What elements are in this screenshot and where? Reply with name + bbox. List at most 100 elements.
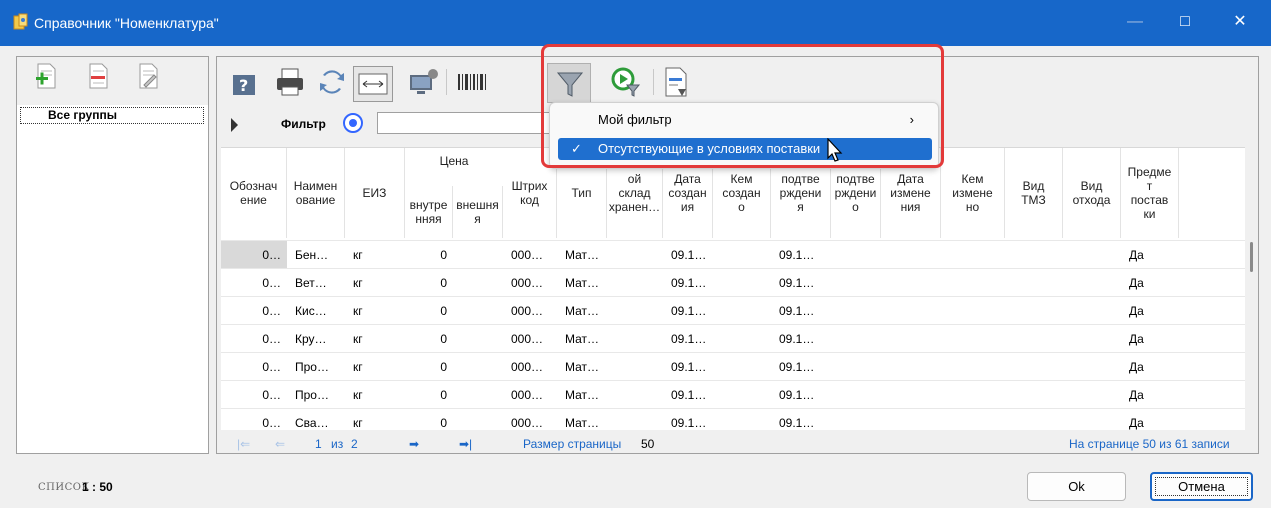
table-row[interactable]: 0… Вет… кг 0 000… Мат… 09.1… 09.1… Да xyxy=(221,268,1245,296)
table-cell[interactable]: Да xyxy=(1121,297,1179,325)
table-cell[interactable]: кг xyxy=(345,353,405,381)
table-cell[interactable]: 0 xyxy=(405,297,453,325)
table-cell[interactable]: кг xyxy=(345,269,405,297)
table-cell[interactable]: Кру… xyxy=(287,325,345,353)
table-cell[interactable]: 0… xyxy=(221,297,287,325)
table-row[interactable]: 0… Кру… кг 0 000… Мат… 09.1… 09.1… Да xyxy=(221,324,1245,352)
table-cell[interactable]: 000… xyxy=(503,269,557,297)
table-cell[interactable]: Сва… xyxy=(287,409,345,437)
table-cell[interactable]: 0 xyxy=(405,409,453,437)
add-group-icon[interactable] xyxy=(35,63,57,89)
table-cell[interactable]: Да xyxy=(1121,353,1179,381)
table-row[interactable]: 0… Про… кг 0 000… Мат… 09.1… 09.1… Да xyxy=(221,380,1245,408)
table-cell[interactable]: 09.1… xyxy=(771,409,831,437)
delete-group-icon[interactable] xyxy=(87,63,109,89)
table-cell[interactable]: 0… xyxy=(221,353,287,381)
help-icon[interactable]: ? xyxy=(229,65,263,99)
table-cell[interactable]: 09.1… xyxy=(663,241,713,269)
table-cell[interactable]: Да xyxy=(1121,241,1179,269)
table-cell[interactable]: 000… xyxy=(503,241,557,269)
table-row[interactable]: 0… Кис… кг 0 000… Мат… 09.1… 09.1… Да xyxy=(221,296,1245,324)
table-cell[interactable]: 000… xyxy=(503,409,557,437)
column-header[interactable]: Кем измене но xyxy=(941,148,1005,238)
column-header[interactable]: Вид ТМЗ xyxy=(1005,148,1063,238)
column-header[interactable]: внешня я xyxy=(453,186,503,238)
table-cell[interactable]: 0… xyxy=(221,269,287,297)
column-header[interactable]: Наимен ование xyxy=(287,148,345,238)
current-page[interactable]: 1 xyxy=(315,437,322,451)
table-cell[interactable]: кг xyxy=(345,325,405,353)
table-cell[interactable]: 09.1… xyxy=(663,269,713,297)
column-header[interactable]: Предме т постав ки xyxy=(1121,148,1179,238)
table-cell[interactable]: 0… xyxy=(221,381,287,409)
table-cell[interactable]: 0 xyxy=(405,241,453,269)
table-cell[interactable]: 09.1… xyxy=(663,353,713,381)
column-header[interactable]: Обознач ение xyxy=(221,148,287,238)
table-cell[interactable]: 09.1… xyxy=(663,297,713,325)
maximize-button[interactable]: □ xyxy=(1160,0,1210,46)
table-cell[interactable]: 0 xyxy=(405,325,453,353)
minimize-button[interactable]: — xyxy=(1110,0,1160,46)
table-cell[interactable]: 0… xyxy=(221,409,287,437)
table-cell[interactable]: кг xyxy=(345,381,405,409)
prev-page-button[interactable]: ⇐ xyxy=(275,437,285,451)
table-cell[interactable]: 000… xyxy=(503,381,557,409)
edit-group-icon[interactable] xyxy=(137,63,159,89)
table-cell[interactable]: 09.1… xyxy=(771,269,831,297)
table-cell[interactable]: 09.1… xyxy=(771,241,831,269)
table-cell[interactable]: Да xyxy=(1121,381,1179,409)
expand-filter-icon[interactable] xyxy=(231,118,238,132)
vertical-scrollbar[interactable] xyxy=(1247,147,1257,430)
first-page-button[interactable]: |⇐ xyxy=(237,437,250,451)
table-cell[interactable]: Мат… xyxy=(557,241,607,269)
table-cell[interactable]: Про… xyxy=(287,353,345,381)
all-groups-node[interactable]: Все группы xyxy=(20,107,204,124)
table-cell[interactable]: Мат… xyxy=(557,353,607,381)
table-cell[interactable]: 09.1… xyxy=(663,381,713,409)
table-cell[interactable]: Мат… xyxy=(557,409,607,437)
settings-computer-icon[interactable] xyxy=(407,65,441,99)
table-cell[interactable]: Мат… xyxy=(557,297,607,325)
table-cell[interactable]: 0 xyxy=(405,269,453,297)
close-button[interactable]: ✕ xyxy=(1215,0,1265,46)
table-cell[interactable]: 0… xyxy=(221,325,287,353)
table-cell[interactable]: Кис… xyxy=(287,297,345,325)
table-row[interactable]: 0… Бен… кг 0 000… Мат… 09.1… 09.1… Да xyxy=(221,240,1245,269)
table-cell[interactable]: Про… xyxy=(287,381,345,409)
table-cell[interactable]: 09.1… xyxy=(663,409,713,437)
table-cell[interactable]: Бен… xyxy=(287,241,345,269)
last-page-button[interactable]: ➡| xyxy=(459,437,472,451)
table-row[interactable]: 0… Про… кг 0 000… Мат… 09.1… 09.1… Да xyxy=(221,352,1245,380)
table-cell[interactable]: Мат… xyxy=(557,269,607,297)
page-size-value[interactable]: 50 xyxy=(641,437,654,451)
table-cell[interactable]: 000… xyxy=(503,297,557,325)
next-page-button[interactable]: ➡ xyxy=(409,437,419,451)
table-cell[interactable]: кг xyxy=(345,409,405,437)
column-header[interactable]: ЕИЗ xyxy=(345,148,405,238)
table-cell[interactable]: кг xyxy=(345,297,405,325)
table-cell[interactable]: кг xyxy=(345,241,405,269)
table-cell[interactable]: 09.1… xyxy=(771,297,831,325)
table-cell[interactable]: Мат… xyxy=(557,381,607,409)
table-cell[interactable]: 000… xyxy=(503,325,557,353)
table-cell[interactable]: Мат… xyxy=(557,325,607,353)
table-cell[interactable]: Да xyxy=(1121,269,1179,297)
table-cell[interactable]: 0… xyxy=(221,241,287,269)
cancel-button[interactable]: Отмена xyxy=(1150,472,1253,501)
table-row[interactable]: 0… Сва… кг 0 000… Мат… 09.1… 09.1… Да xyxy=(221,408,1245,436)
scrollbar-thumb[interactable] xyxy=(1250,242,1253,272)
print-icon[interactable] xyxy=(273,65,307,99)
table-cell[interactable]: 09.1… xyxy=(771,353,831,381)
barcode-icon[interactable] xyxy=(455,65,489,99)
refresh-icon[interactable] xyxy=(315,65,349,99)
table-cell[interactable]: Да xyxy=(1121,409,1179,437)
column-header[interactable]: внутре нняя xyxy=(405,186,453,238)
column-header[interactable]: Вид отхода xyxy=(1063,148,1121,238)
table-cell[interactable]: 0 xyxy=(405,353,453,381)
table-cell[interactable]: Да xyxy=(1121,325,1179,353)
table-cell[interactable]: 09.1… xyxy=(663,325,713,353)
column-width-toggle[interactable] xyxy=(353,66,393,102)
table-cell[interactable]: 09.1… xyxy=(771,381,831,409)
table-cell[interactable]: 0 xyxy=(405,381,453,409)
table-cell[interactable]: 000… xyxy=(503,353,557,381)
